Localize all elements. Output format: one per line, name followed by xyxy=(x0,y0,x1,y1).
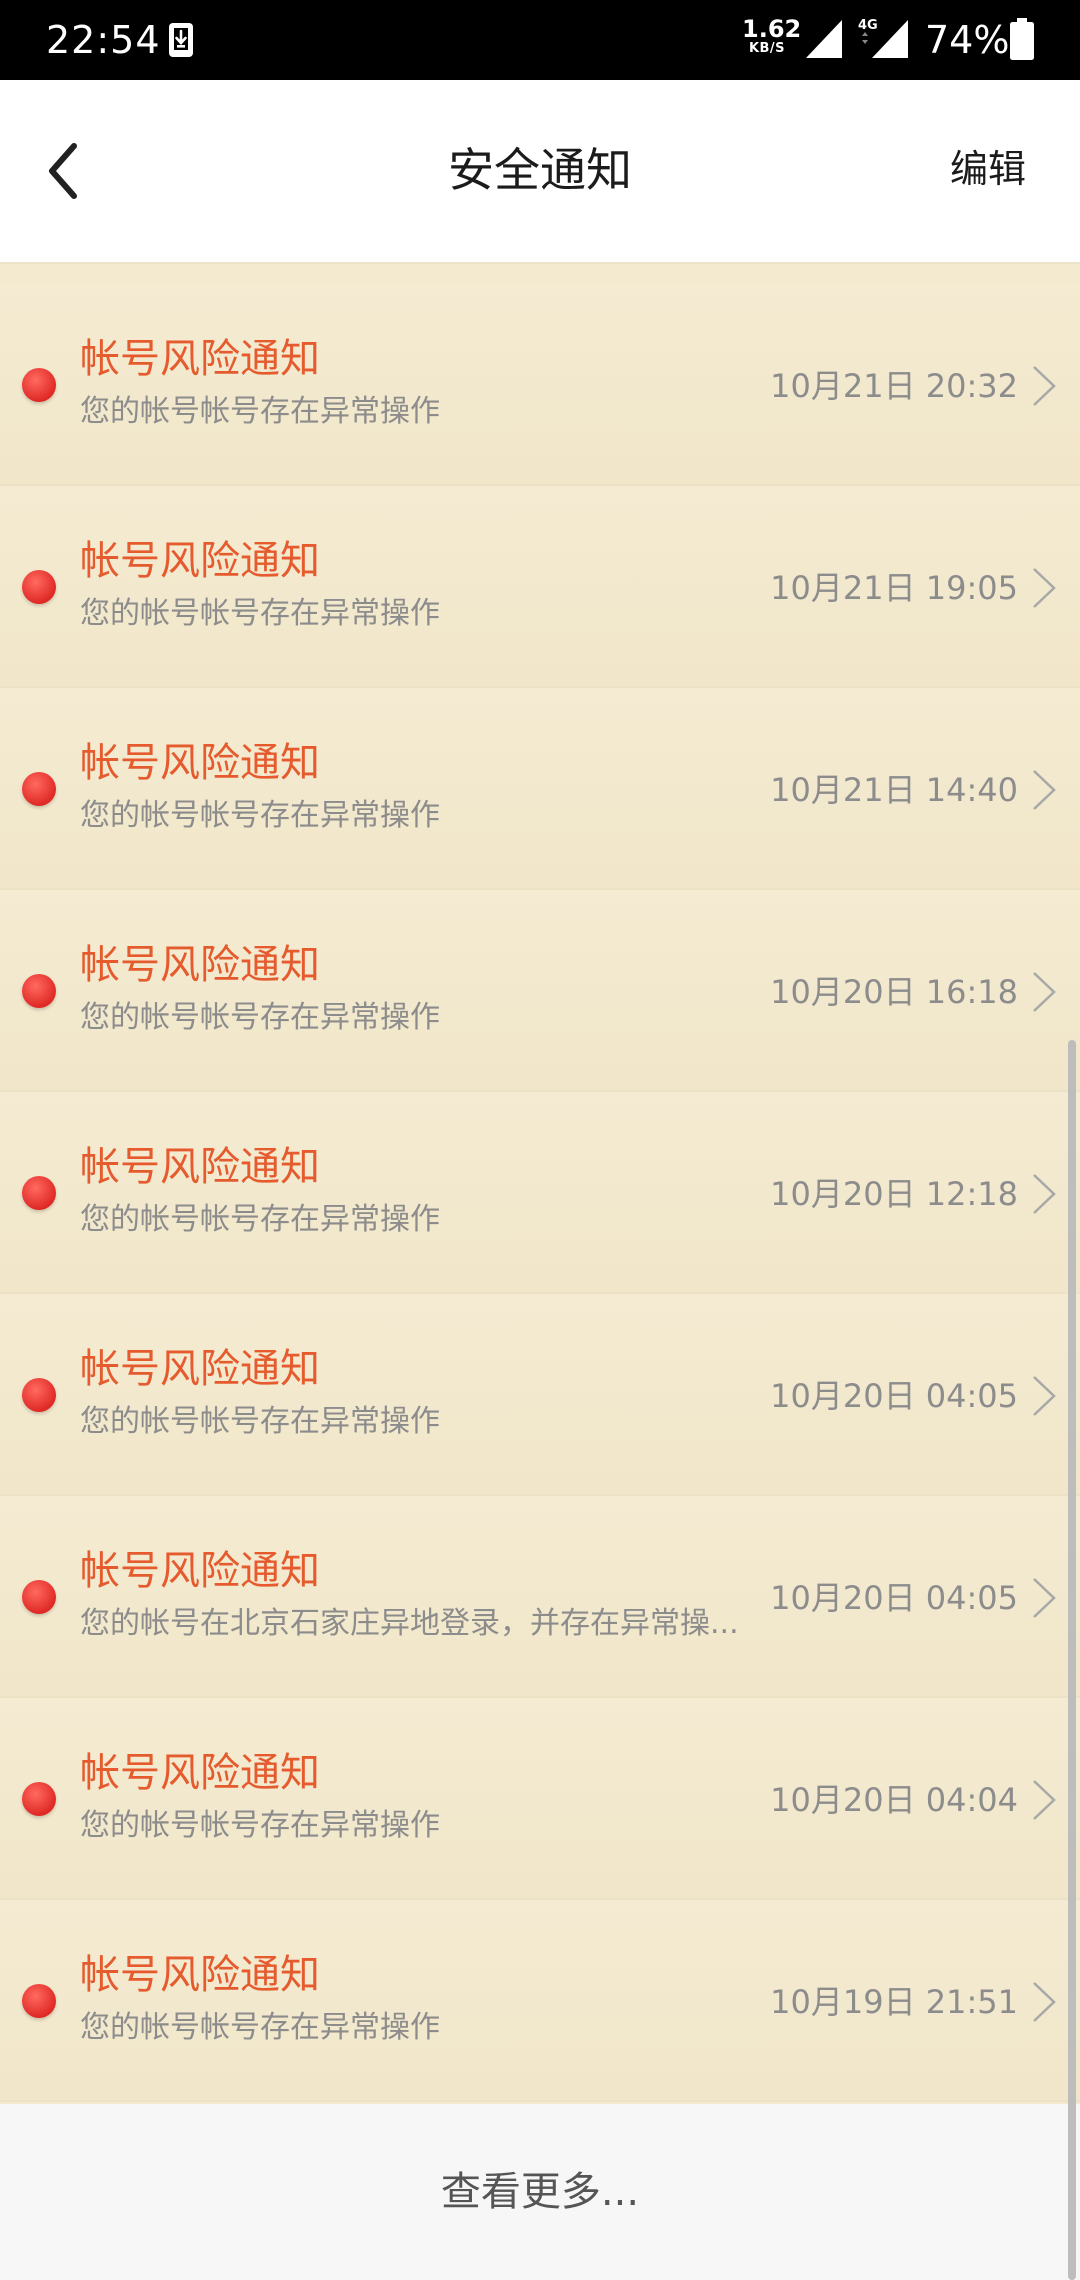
unread-dot-icon xyxy=(22,368,56,402)
unread-dot-icon xyxy=(22,1378,56,1412)
chevron-right-icon xyxy=(1033,1578,1056,1618)
status-time: 22:54 xyxy=(46,18,161,62)
chevron-right-icon xyxy=(1033,972,1056,1012)
chevron-right-icon xyxy=(1033,568,1056,608)
notification-title: 帐号风险通知 xyxy=(80,336,320,382)
signal-strength-icon xyxy=(806,20,842,58)
notification-time: 10月20日 04:04 xyxy=(770,1781,1018,1819)
notification-time: 10月20日 04:05 xyxy=(770,1377,1018,1415)
notification-title: 帐号风险通知 xyxy=(80,1346,320,1392)
unread-dot-icon xyxy=(22,1580,56,1614)
notification-item[interactable]: 帐号风险通知 您的帐号帐号存在异常操作 10月20日 04:05 xyxy=(0,1294,1080,1496)
unread-dot-icon xyxy=(22,974,56,1008)
chevron-right-icon xyxy=(1033,1376,1056,1416)
chevron-right-icon xyxy=(1033,770,1056,810)
notification-time: 10月21日 19:05 xyxy=(770,569,1018,607)
network-speed-value: 1.62 xyxy=(742,15,802,43)
notification-description: 您的帐号在北京石家庄异地登录，并存在异常操... xyxy=(80,1606,739,1641)
view-more-area: 查看更多... xyxy=(0,2104,1080,2280)
unread-dot-icon xyxy=(22,772,56,806)
scrollbar[interactable] xyxy=(1068,1040,1076,2280)
notification-time: 10月20日 04:05 xyxy=(770,1579,1018,1617)
chevron-right-icon xyxy=(1033,1982,1056,2022)
unread-dot-icon xyxy=(22,1984,56,2018)
network-type-label: 4G xyxy=(858,18,878,33)
notification-title: 帐号风险通知 xyxy=(80,1548,320,1594)
notification-item[interactable]: 帐号风险通知 您的帐号帐号存在异常操作 10月20日 16:18 xyxy=(0,890,1080,1092)
download-notification-icon xyxy=(169,23,193,57)
notification-item[interactable]: 帐号风险通知 您的帐号帐号存在异常操作 10月19日 21:51 xyxy=(0,1900,1080,2102)
chevron-right-icon xyxy=(1033,366,1056,406)
notification-item[interactable]: 帐号风险通知 您的帐号帐号存在异常操作 10月21日 19:05 xyxy=(0,486,1080,688)
chevron-right-icon xyxy=(1033,1780,1056,1820)
notification-time: 10月21日 20:32 xyxy=(770,367,1018,405)
unread-dot-icon xyxy=(22,1782,56,1816)
notification-description: 您的帐号帐号存在异常操作 xyxy=(80,1808,440,1843)
mobile-data-signal-icon: 4G xyxy=(858,18,908,58)
notification-title: 帐号风险通知 xyxy=(80,740,320,786)
notification-title: 帐号风险通知 xyxy=(80,1144,320,1190)
notification-description: 您的帐号帐号存在异常操作 xyxy=(80,2010,440,2045)
edit-button[interactable]: 编辑 xyxy=(950,144,1026,194)
notification-description: 您的帐号帐号存在异常操作 xyxy=(80,1000,440,1035)
notification-title: 帐号风险通知 xyxy=(80,1750,320,1796)
unread-dot-icon xyxy=(22,1176,56,1210)
view-more-button[interactable]: 查看更多... xyxy=(0,2164,1080,2220)
notification-time: 10月19日 21:51 xyxy=(770,1983,1018,2021)
chevron-left-icon xyxy=(49,143,77,199)
notification-description: 您的帐号帐号存在异常操作 xyxy=(80,394,440,429)
notification-title: 帐号风险通知 xyxy=(80,942,320,988)
page-title: 安全通知 xyxy=(448,143,632,197)
chevron-right-icon xyxy=(1033,1174,1056,1214)
notification-item[interactable]: 帐号风险通知 您的帐号帐号存在异常操作 10月21日 14:40 xyxy=(0,688,1080,890)
notification-description: 您的帐号帐号存在异常操作 xyxy=(80,596,440,631)
navigation-bar: 安全通知 编辑 xyxy=(0,80,1080,264)
notification-time: 10月21日 14:40 xyxy=(770,771,1018,809)
network-speed-unit: KB/S xyxy=(748,41,786,56)
battery-icon xyxy=(1010,18,1034,60)
notification-time: 10月20日 16:18 xyxy=(770,973,1018,1011)
notification-item[interactable]: 帐号风险通知 您的帐号帐号存在异常操作 10月21日 20:32 xyxy=(0,284,1080,486)
notification-description: 您的帐号帐号存在异常操作 xyxy=(80,798,440,833)
notification-description: 您的帐号帐号存在异常操作 xyxy=(80,1404,440,1439)
notification-description: 您的帐号帐号存在异常操作 xyxy=(80,1202,440,1237)
notification-title: 帐号风险通知 xyxy=(80,1952,320,1998)
notification-item[interactable]: 帐号风险通知 您的帐号帐号存在异常操作 10月20日 04:04 xyxy=(0,1698,1080,1900)
battery-percent: 74% xyxy=(925,18,1010,62)
notification-title: 帐号风险通知 xyxy=(80,538,320,584)
network-speed: 1.62 KB/S xyxy=(742,15,802,56)
notification-item[interactable]: 帐号风险通知 您的帐号帐号存在异常操作 10月20日 12:18 xyxy=(0,1092,1080,1294)
unread-dot-icon xyxy=(22,570,56,604)
status-bar: 22:54 1.62 KB/S 4G 74% xyxy=(0,0,1080,80)
notification-time: 10月20日 12:18 xyxy=(770,1175,1018,1213)
back-button[interactable] xyxy=(40,136,90,206)
notification-list: 帐号风险通知 您的帐号帐号存在异常操作 10月21日 20:32 帐号风险通知 … xyxy=(0,284,1080,2102)
notification-item[interactable]: 帐号风险通知 您的帐号在北京石家庄异地登录，并存在异常操... 10月20日 0… xyxy=(0,1496,1080,1698)
